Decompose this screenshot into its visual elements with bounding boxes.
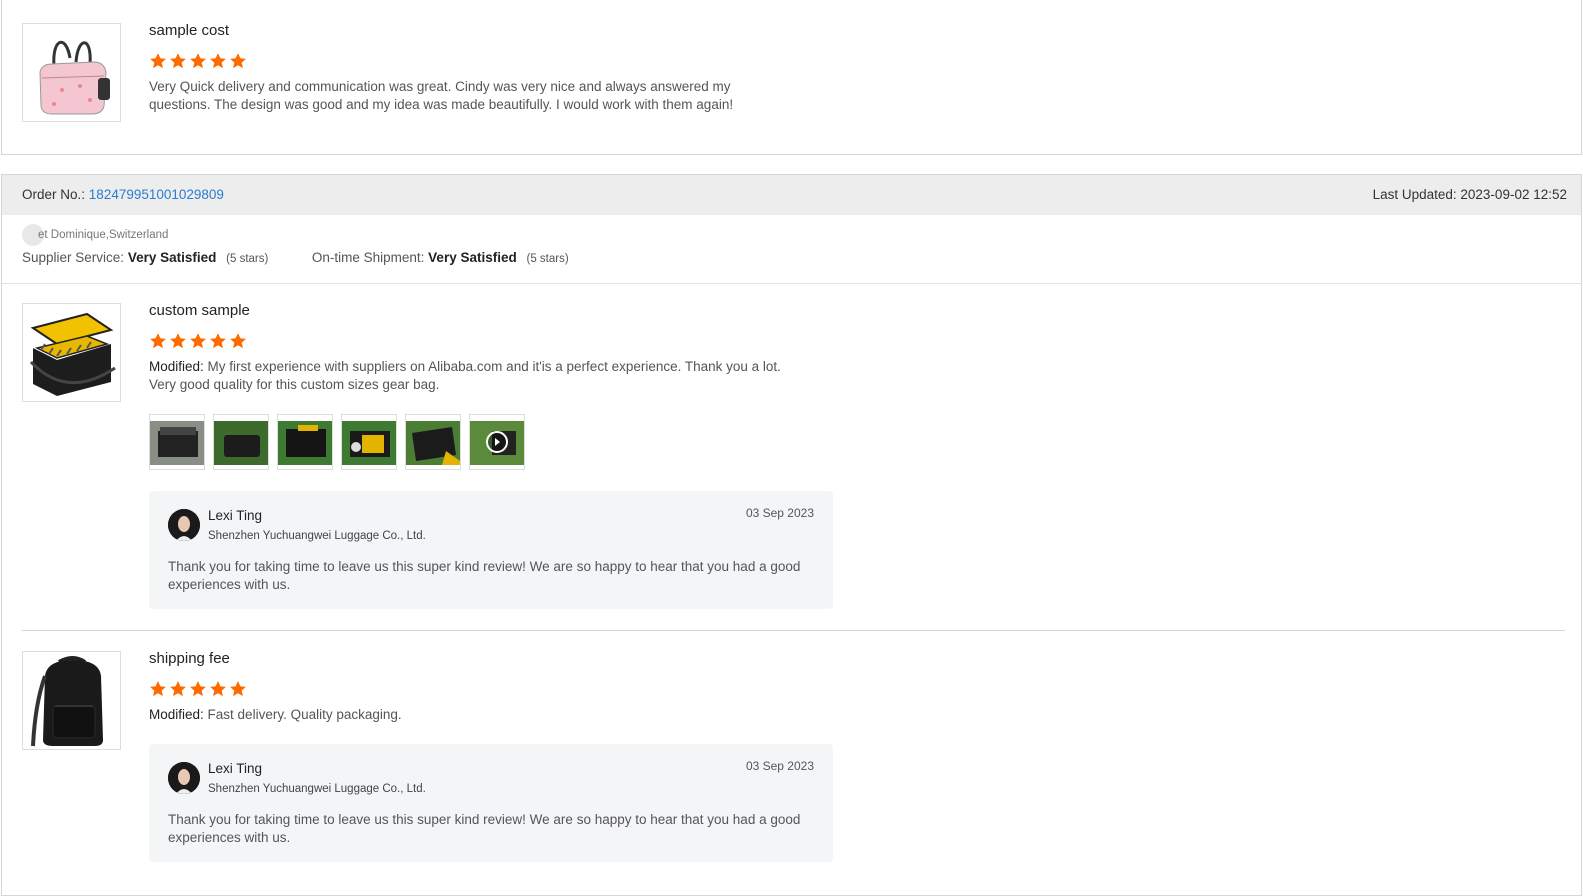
- product-thumbnail-pink-bag[interactable]: [22, 23, 121, 122]
- star-rating: [149, 52, 247, 70]
- supplier-avatar: [168, 509, 200, 541]
- last-updated: Last Updated: 2023-09-02 12:52: [1372, 187, 1567, 202]
- order-number-label: Order No.:: [22, 187, 86, 202]
- order-card: Order No.: 182479951001029809 Last Updat…: [1, 174, 1582, 896]
- star-icon: [189, 52, 207, 70]
- star-icon: [189, 680, 207, 698]
- star-icon: [169, 680, 187, 698]
- star-icon: [149, 332, 167, 350]
- product-thumbnail-backpack[interactable]: [22, 651, 121, 750]
- star-rating: [149, 332, 247, 350]
- review-text: Modified: My first experience with suppl…: [149, 358, 794, 394]
- order-number-link[interactable]: 182479951001029809: [89, 187, 224, 202]
- review-text: Modified: Fast delivery. Quality packagi…: [149, 706, 794, 724]
- product-title[interactable]: custom sample: [149, 302, 250, 319]
- supplier-company: Shenzhen Yuchuangwei Luggage Co., Ltd.: [208, 530, 426, 542]
- reply-message: Thank you for taking time to leave us th…: [168, 559, 801, 592]
- review-video[interactable]: [469, 414, 525, 470]
- product-title[interactable]: shipping fee: [149, 650, 230, 667]
- review-photo[interactable]: [149, 414, 205, 470]
- product-title[interactable]: sample cost: [149, 22, 229, 39]
- review-photo[interactable]: [405, 414, 461, 470]
- star-icon: [169, 52, 187, 70]
- pink-bag-image: [38, 40, 110, 114]
- modified-label: Modified:: [149, 359, 204, 374]
- supplier-name: Lexi Ting: [208, 508, 263, 523]
- order-number-line: Order No.: 182479951001029809: [22, 187, 224, 202]
- review-photo-gallery: [149, 414, 525, 470]
- supplier-name: Lexi Ting: [208, 761, 263, 776]
- star-icon: [209, 332, 227, 350]
- review-photo[interactable]: [277, 414, 333, 470]
- reply-date: 03 Sep 2023: [745, 759, 814, 773]
- supplier-reply: Lexi Ting Shenzhen Yuchuangwei Luggage C…: [149, 491, 833, 609]
- reply-date: 03 Sep 2023: [745, 506, 814, 520]
- star-icon: [189, 332, 207, 350]
- star-icon: [209, 52, 227, 70]
- product-thumbnail-gear-bag[interactable]: [22, 303, 121, 402]
- shipment-value: Very Satisfied: [428, 250, 517, 265]
- star-icon: [149, 52, 167, 70]
- buyer-info: et Dominique,Switzerland: [22, 224, 168, 246]
- backpack-image: [30, 655, 103, 746]
- star-icon: [209, 680, 227, 698]
- order-header: Order No.: 182479951001029809 Last Updat…: [2, 175, 1581, 215]
- star-icon: [229, 332, 247, 350]
- buyer-name-country: et Dominique,Switzerland: [38, 229, 169, 241]
- review-text: Very Quick delivery and communication wa…: [149, 79, 734, 112]
- gear-bag-image: [29, 312, 116, 396]
- shipment-label: On-time Shipment:: [311, 250, 425, 265]
- shipment-stars: (5 stars): [526, 253, 569, 265]
- review-photo[interactable]: [213, 414, 269, 470]
- divider: [22, 630, 1565, 631]
- supplier-service-stars: (5 stars): [226, 253, 269, 265]
- supplier-service-value: Very Satisfied: [127, 250, 217, 265]
- review-body: My first experience with suppliers on Al…: [149, 359, 781, 392]
- divider: [2, 283, 1581, 284]
- supplier-company: Shenzhen Yuchuangwei Luggage Co., Ltd.: [208, 783, 426, 795]
- supplier-reply: Lexi Ting Shenzhen Yuchuangwei Luggage C…: [149, 744, 833, 862]
- reply-message: Thank you for taking time to leave us th…: [168, 812, 801, 845]
- play-icon: [486, 431, 508, 453]
- star-rating: [149, 680, 247, 698]
- review-photo[interactable]: [341, 414, 397, 470]
- supplier-avatar: [168, 762, 200, 794]
- supplier-service-label: Supplier Service:: [22, 250, 125, 265]
- star-icon: [229, 680, 247, 698]
- modified-label: Modified:: [149, 707, 204, 722]
- review-card-top: sample cost Very Quick delivery and comm…: [1, 0, 1582, 155]
- star-icon: [229, 52, 247, 70]
- star-icon: [169, 332, 187, 350]
- review-body: Fast delivery. Quality packaging.: [207, 707, 402, 722]
- supplier-ratings: Supplier Service: Very Satisfied (5 star…: [22, 250, 569, 265]
- star-icon: [149, 680, 167, 698]
